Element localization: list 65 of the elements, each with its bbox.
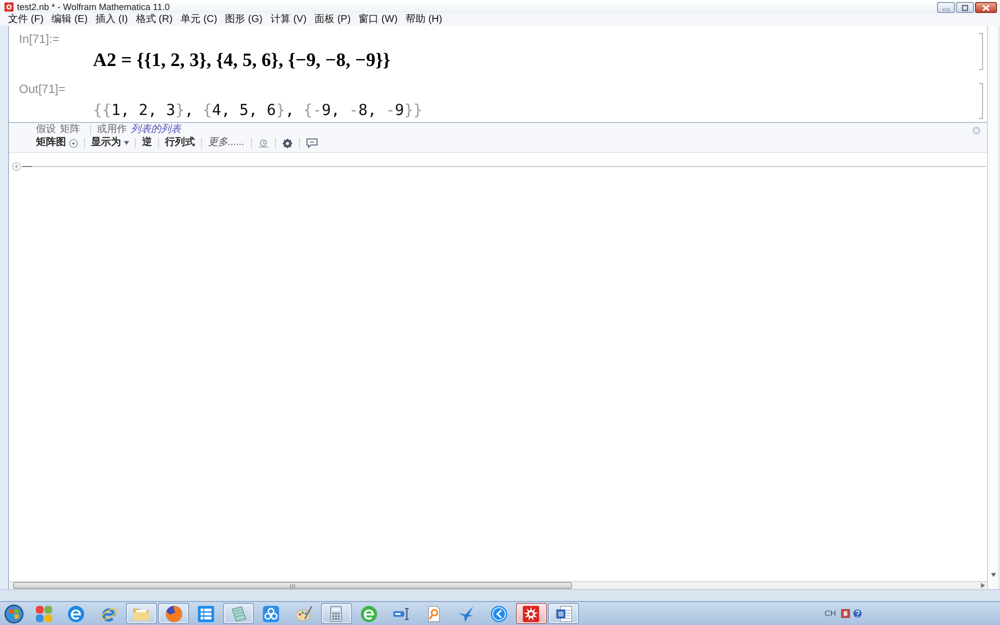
suggestion-button[interactable]: 逆 xyxy=(142,137,152,149)
four-squares-icon[interactable] xyxy=(34,604,52,622)
menu-item[interactable]: 图形 (G) xyxy=(221,14,266,26)
down-arrow-icon[interactable] xyxy=(990,573,996,577)
plus-icon[interactable] xyxy=(12,162,21,171)
right-arrow-icon[interactable] xyxy=(981,583,985,588)
palette-icon[interactable] xyxy=(294,604,312,622)
menu-item[interactable]: 文件 (F) xyxy=(4,14,48,26)
menu-item[interactable]: 面板 (P) xyxy=(310,14,355,26)
spiky-star-icon xyxy=(522,604,540,622)
vertical-scrollbar[interactable] xyxy=(987,26,998,589)
output-expression: {{1, 2, 3}, {4, 5, 6}, {-9, -8, -9}} xyxy=(93,100,422,120)
globe-icon xyxy=(164,604,182,622)
e-logo-icon[interactable] xyxy=(360,604,378,622)
rings-icon[interactable] xyxy=(262,604,280,622)
window-title: test2.nb * - Wolfram Mathematica 11.0 xyxy=(17,0,170,12)
tile-icon[interactable] xyxy=(841,609,850,618)
gear-icon[interactable] xyxy=(282,138,293,148)
menu-item[interactable]: 单元 (C) xyxy=(176,14,222,26)
menu-item[interactable]: 窗口 (W) xyxy=(354,14,402,26)
suggestion-button[interactable]: 行列式 xyxy=(165,137,195,149)
taskbar-button[interactable] xyxy=(548,603,579,624)
assumption-value: 矩阵 xyxy=(60,124,80,136)
orb-icon xyxy=(4,604,24,624)
horizontal-scrollbar[interactable] xyxy=(9,581,987,589)
taskbar-button[interactable] xyxy=(223,603,254,624)
scrollbar-thumb[interactable] xyxy=(13,582,572,589)
cell-label: In[71]:= xyxy=(19,32,60,46)
notepad-icon xyxy=(230,604,248,622)
alternative-link[interactable]: 列表的列表 xyxy=(131,124,181,136)
e-logo-icon[interactable] xyxy=(67,604,85,622)
minimize-button[interactable] xyxy=(937,2,955,13)
taskbar-button[interactable] xyxy=(516,603,546,624)
more-link[interactable]: 更多...... xyxy=(208,137,245,149)
menu-item[interactable]: 插入 (I) xyxy=(92,14,132,26)
bird-icon[interactable] xyxy=(457,604,475,622)
alternative-label: 或用作 xyxy=(97,124,127,136)
help-icon[interactable] xyxy=(853,609,862,618)
list-icon[interactable] xyxy=(197,604,215,622)
cell-bracket[interactable] xyxy=(979,33,983,70)
cell-label: Out[71]= xyxy=(19,82,66,96)
taskbar-button[interactable] xyxy=(320,603,352,624)
maximize-button[interactable] xyxy=(956,2,974,13)
suggestion-button[interactable]: 显示为 xyxy=(91,137,129,149)
menu-item[interactable]: 格式 (R) xyxy=(132,14,177,26)
input-expression: A2 = {{1, 2, 3}, {4, 5, 6}, {−9, −8, −9}} xyxy=(93,51,390,71)
cell-bracket[interactable] xyxy=(979,83,983,119)
spiral-icon[interactable] xyxy=(258,138,269,148)
close-button[interactable] xyxy=(975,2,997,13)
circle-chevron-icon[interactable] xyxy=(490,604,508,622)
language-indicator[interactable]: CH xyxy=(824,608,836,618)
dropdown-icon xyxy=(69,138,78,148)
maximize-icon[interactable] xyxy=(960,4,970,12)
caret-icon xyxy=(124,141,129,145)
assumption-label: 假设 xyxy=(36,124,56,136)
close-icon[interactable] xyxy=(981,4,991,12)
calculator-icon xyxy=(327,604,345,622)
menu-item[interactable]: 计算 (V) xyxy=(266,14,311,26)
taskbar-button[interactable] xyxy=(158,603,189,624)
menu-item[interactable]: 帮助 (H) xyxy=(402,14,446,26)
speech-bubble-icon[interactable] xyxy=(306,138,318,148)
grip-icon xyxy=(290,584,295,588)
document-icon xyxy=(554,604,572,622)
menu-item[interactable]: 编辑 (E) xyxy=(48,14,92,26)
suggestion-button[interactable]: 矩阵图 xyxy=(36,137,78,149)
